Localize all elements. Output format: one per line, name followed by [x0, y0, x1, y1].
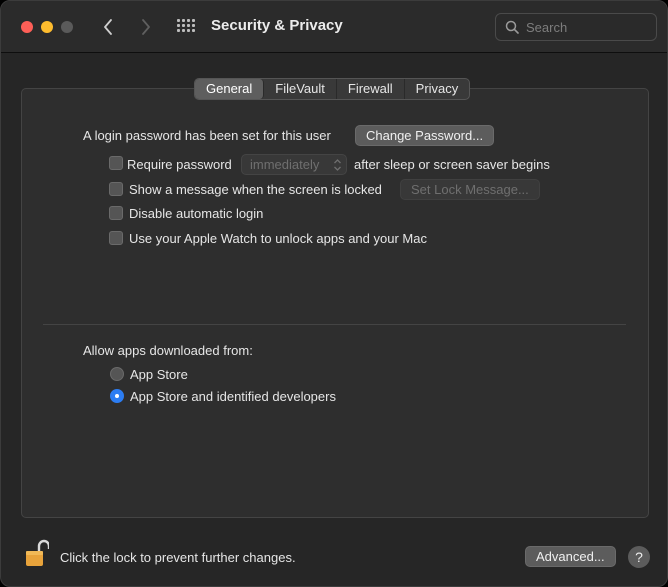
apple-watch-unlock-checkbox[interactable] — [109, 231, 123, 245]
lock-status-text: Click the lock to prevent further change… — [60, 550, 296, 565]
zoom-window-button[interactable] — [61, 21, 73, 33]
login-password-text: A login password has been set for this u… — [83, 128, 331, 143]
tab-privacy[interactable]: Privacy — [405, 79, 470, 99]
advanced-button[interactable]: Advanced... — [525, 546, 616, 567]
show-all-grid-icon[interactable] — [177, 19, 195, 35]
app-store-option-label: App Store — [130, 367, 188, 382]
allow-apps-heading: Allow apps downloaded from: — [83, 343, 253, 358]
show-message-label: Show a message when the screen is locked — [129, 182, 382, 197]
show-message-checkbox[interactable] — [109, 182, 123, 196]
disable-auto-login-label: Disable automatic login — [129, 206, 264, 221]
search-field[interactable] — [495, 13, 657, 41]
window-title: Security & Privacy — [211, 17, 343, 34]
close-window-button[interactable] — [21, 21, 33, 33]
tab-filevault[interactable]: FileVault — [264, 79, 337, 99]
chevron-left-icon — [104, 19, 112, 35]
app-store-identified-option-label: App Store and identified developers — [130, 389, 336, 404]
minimize-window-button[interactable] — [41, 21, 53, 33]
require-password-delay-popup[interactable]: immediately — [241, 154, 347, 175]
set-lock-message-button[interactable]: Set Lock Message... — [400, 179, 540, 200]
unlocked-padlock-icon[interactable] — [25, 538, 49, 568]
chevron-right-icon — [142, 19, 150, 35]
search-input[interactable] — [526, 19, 646, 35]
title-bar: Security & Privacy — [1, 1, 667, 53]
general-panel — [21, 88, 649, 518]
disable-auto-login-checkbox[interactable] — [109, 206, 123, 220]
up-down-chevron-icon — [334, 159, 341, 171]
apple-watch-unlock-label: Use your Apple Watch to unlock apps and … — [129, 231, 427, 246]
change-password-button[interactable]: Change Password... — [355, 125, 495, 146]
security-privacy-window: Security & Privacy General FileVault Fir… — [0, 0, 668, 587]
radio-app-store-identified[interactable] — [110, 389, 124, 403]
help-button[interactable]: ? — [628, 546, 650, 568]
after-sleep-text: after sleep or screen saver begins — [354, 157, 550, 172]
tab-firewall[interactable]: Firewall — [337, 79, 405, 99]
radio-app-store[interactable] — [110, 367, 124, 381]
tab-bar: General FileVault Firewall Privacy — [194, 78, 471, 100]
forward-button[interactable] — [135, 15, 157, 39]
search-icon — [505, 20, 519, 34]
section-divider — [43, 324, 626, 325]
require-password-label: Require password — [127, 157, 232, 172]
tab-general[interactable]: General — [195, 79, 265, 99]
back-button[interactable] — [97, 15, 119, 39]
require-password-delay-value: immediately — [250, 157, 320, 172]
require-password-checkbox[interactable] — [109, 156, 123, 170]
